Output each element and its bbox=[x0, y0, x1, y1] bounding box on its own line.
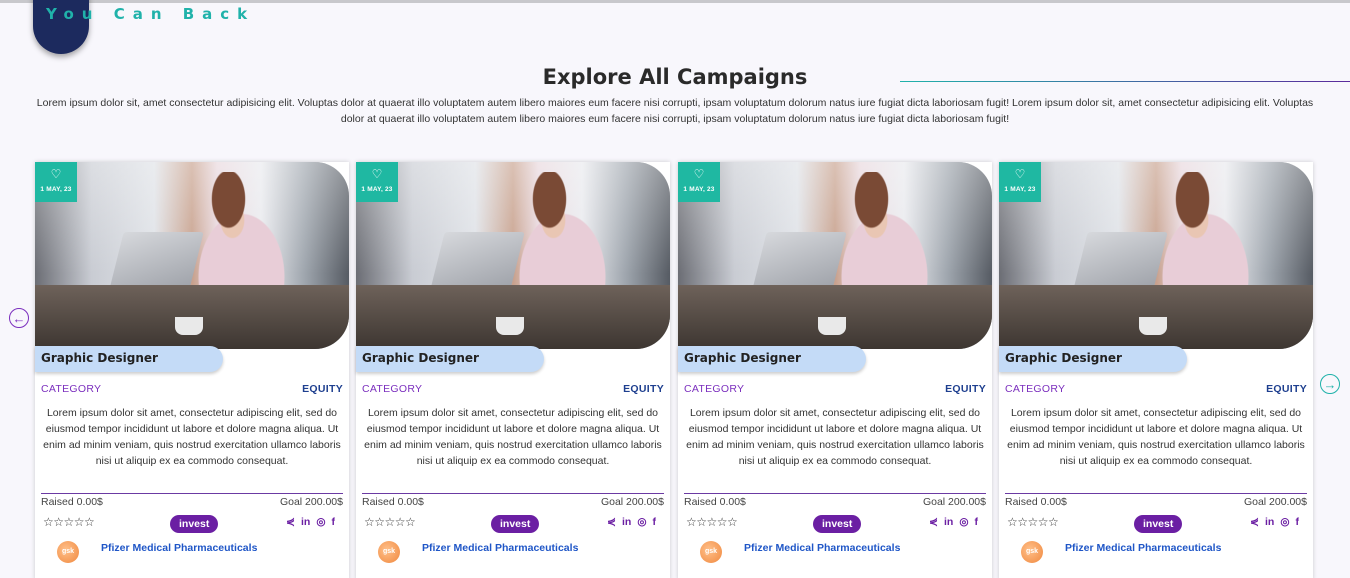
date-badge: ♡ 1 MAY, 23 bbox=[999, 162, 1041, 202]
sponsor-link[interactable]: Pfizer Medical Pharmaceuticals bbox=[422, 542, 578, 554]
invest-button[interactable]: invest bbox=[491, 515, 540, 533]
campaign-type: EQUITY bbox=[302, 383, 343, 395]
share-icon[interactable]: ⋞ bbox=[607, 516, 616, 528]
facebook-icon[interactable]: f bbox=[332, 516, 336, 528]
share-icon[interactable]: ⋞ bbox=[929, 516, 938, 528]
campaign-title[interactable]: Graphic Designer bbox=[35, 346, 223, 372]
heart-icon[interactable]: ♡ bbox=[999, 168, 1041, 180]
goal-amount: Goal 200.00$ bbox=[1243, 496, 1307, 508]
campaign-cards: ♡ 1 MAY, 23 Graphic Designer CATEGORY EQ… bbox=[35, 162, 1315, 578]
heart-icon[interactable]: ♡ bbox=[35, 168, 77, 180]
campaign-photo bbox=[678, 162, 992, 349]
campaign-category: CATEGORY bbox=[1005, 383, 1066, 395]
campaign-photo bbox=[356, 162, 670, 349]
campaign-title[interactable]: Graphic Designer bbox=[999, 346, 1187, 372]
campaign-description: Lorem ipsum dolor sit amet, consectetur … bbox=[364, 407, 662, 467]
invest-button[interactable]: invest bbox=[170, 515, 219, 533]
intro-text: Lorem ipsum dolor sit, amet consectetur … bbox=[36, 97, 1314, 125]
date-badge: ♡ 1 MAY, 23 bbox=[35, 162, 77, 202]
instagram-icon[interactable]: ◎ bbox=[959, 516, 968, 528]
sponsor-link[interactable]: Pfizer Medical Pharmaceuticals bbox=[101, 542, 257, 554]
social-links: ⋞ in ◎ f bbox=[929, 516, 978, 528]
campaign-date: 1 MAY, 23 bbox=[1004, 186, 1036, 193]
sponsor-logo: gsk bbox=[57, 541, 79, 563]
social-links: ⋞ in ◎ f bbox=[607, 516, 656, 528]
carousel-next-button[interactable]: → bbox=[1320, 374, 1340, 394]
top-border bbox=[0, 0, 1350, 3]
campaign-date: 1 MAY, 23 bbox=[683, 186, 715, 193]
date-badge: ♡ 1 MAY, 23 bbox=[678, 162, 720, 202]
arrow-left-icon: ← bbox=[12, 310, 26, 326]
star-rating[interactable]: ☆☆☆☆☆ bbox=[43, 515, 95, 529]
campaign-date: 1 MAY, 23 bbox=[40, 186, 72, 193]
invest-button[interactable]: invest bbox=[1134, 515, 1183, 533]
campaign-date: 1 MAY, 23 bbox=[361, 186, 393, 193]
campaign-card[interactable]: ♡ 1 MAY, 23 Graphic Designer CATEGORY EQ… bbox=[678, 162, 992, 578]
campaign-description: Lorem ipsum dolor sit amet, consectetur … bbox=[43, 407, 341, 467]
divider bbox=[362, 493, 664, 494]
divider bbox=[1005, 493, 1307, 494]
campaign-description: Lorem ipsum dolor sit amet, consectetur … bbox=[686, 407, 984, 467]
heart-icon[interactable]: ♡ bbox=[678, 168, 720, 180]
facebook-icon[interactable]: f bbox=[653, 516, 657, 528]
goal-amount: Goal 200.00$ bbox=[922, 496, 986, 508]
raised-amount: Raised 0.00$ bbox=[684, 496, 746, 508]
social-links: ⋞ in ◎ f bbox=[1250, 516, 1299, 528]
divider bbox=[684, 493, 986, 494]
sponsor-link[interactable]: Pfizer Medical Pharmaceuticals bbox=[1065, 542, 1221, 554]
facebook-icon[interactable]: f bbox=[1296, 516, 1300, 528]
campaign-description: Lorem ipsum dolor sit amet, consectetur … bbox=[1007, 407, 1305, 467]
goal-amount: Goal 200.00$ bbox=[600, 496, 664, 508]
share-icon[interactable]: ⋞ bbox=[1250, 516, 1259, 528]
campaign-card[interactable]: ♡ 1 MAY, 23 Graphic Designer CATEGORY EQ… bbox=[356, 162, 670, 578]
raised-amount: Raised 0.00$ bbox=[362, 496, 424, 508]
divider bbox=[41, 493, 343, 494]
linkedin-icon[interactable]: in bbox=[944, 516, 953, 528]
campaign-category: CATEGORY bbox=[684, 383, 745, 395]
campaign-title[interactable]: Graphic Designer bbox=[356, 346, 544, 372]
instagram-icon[interactable]: ◎ bbox=[637, 516, 646, 528]
campaign-type: EQUITY bbox=[945, 383, 986, 395]
campaign-category: CATEGORY bbox=[41, 383, 102, 395]
sponsor-logo: gsk bbox=[378, 541, 400, 563]
raised-amount: Raised 0.00$ bbox=[41, 496, 103, 508]
instagram-icon[interactable]: ◎ bbox=[1280, 516, 1289, 528]
invest-button[interactable]: invest bbox=[813, 515, 862, 533]
linkedin-icon[interactable]: in bbox=[301, 516, 310, 528]
star-rating[interactable]: ☆☆☆☆☆ bbox=[364, 515, 416, 529]
raised-amount: Raised 0.00$ bbox=[1005, 496, 1067, 508]
campaign-title[interactable]: Graphic Designer bbox=[678, 346, 866, 372]
campaign-type: EQUITY bbox=[1266, 383, 1307, 395]
star-rating[interactable]: ☆☆☆☆☆ bbox=[686, 515, 738, 529]
campaign-card[interactable]: ♡ 1 MAY, 23 Graphic Designer CATEGORY EQ… bbox=[999, 162, 1313, 578]
campaign-category: CATEGORY bbox=[362, 383, 423, 395]
campaign-type: EQUITY bbox=[623, 383, 664, 395]
sponsor-logo: gsk bbox=[700, 541, 722, 563]
brand-name[interactable]: You Can Back bbox=[46, 5, 255, 23]
sponsor-link[interactable]: Pfizer Medical Pharmaceuticals bbox=[744, 542, 900, 554]
sponsor-logo: gsk bbox=[1021, 541, 1043, 563]
campaign-card[interactable]: ♡ 1 MAY, 23 Graphic Designer CATEGORY EQ… bbox=[35, 162, 349, 578]
page-title: Explore All Campaigns bbox=[542, 65, 808, 89]
arrow-right-icon: → bbox=[1323, 376, 1337, 392]
facebook-icon[interactable]: f bbox=[975, 516, 979, 528]
campaign-photo bbox=[35, 162, 349, 349]
linkedin-icon[interactable]: in bbox=[622, 516, 631, 528]
campaign-photo bbox=[999, 162, 1313, 349]
social-links: ⋞ in ◎ f bbox=[286, 516, 335, 528]
carousel-prev-button[interactable]: ← bbox=[9, 308, 29, 328]
date-badge: ♡ 1 MAY, 23 bbox=[356, 162, 398, 202]
linkedin-icon[interactable]: in bbox=[1265, 516, 1274, 528]
instagram-icon[interactable]: ◎ bbox=[316, 516, 325, 528]
star-rating[interactable]: ☆☆☆☆☆ bbox=[1007, 515, 1059, 529]
title-underline bbox=[900, 81, 1350, 82]
heart-icon[interactable]: ♡ bbox=[356, 168, 398, 180]
goal-amount: Goal 200.00$ bbox=[279, 496, 343, 508]
share-icon[interactable]: ⋞ bbox=[286, 516, 295, 528]
